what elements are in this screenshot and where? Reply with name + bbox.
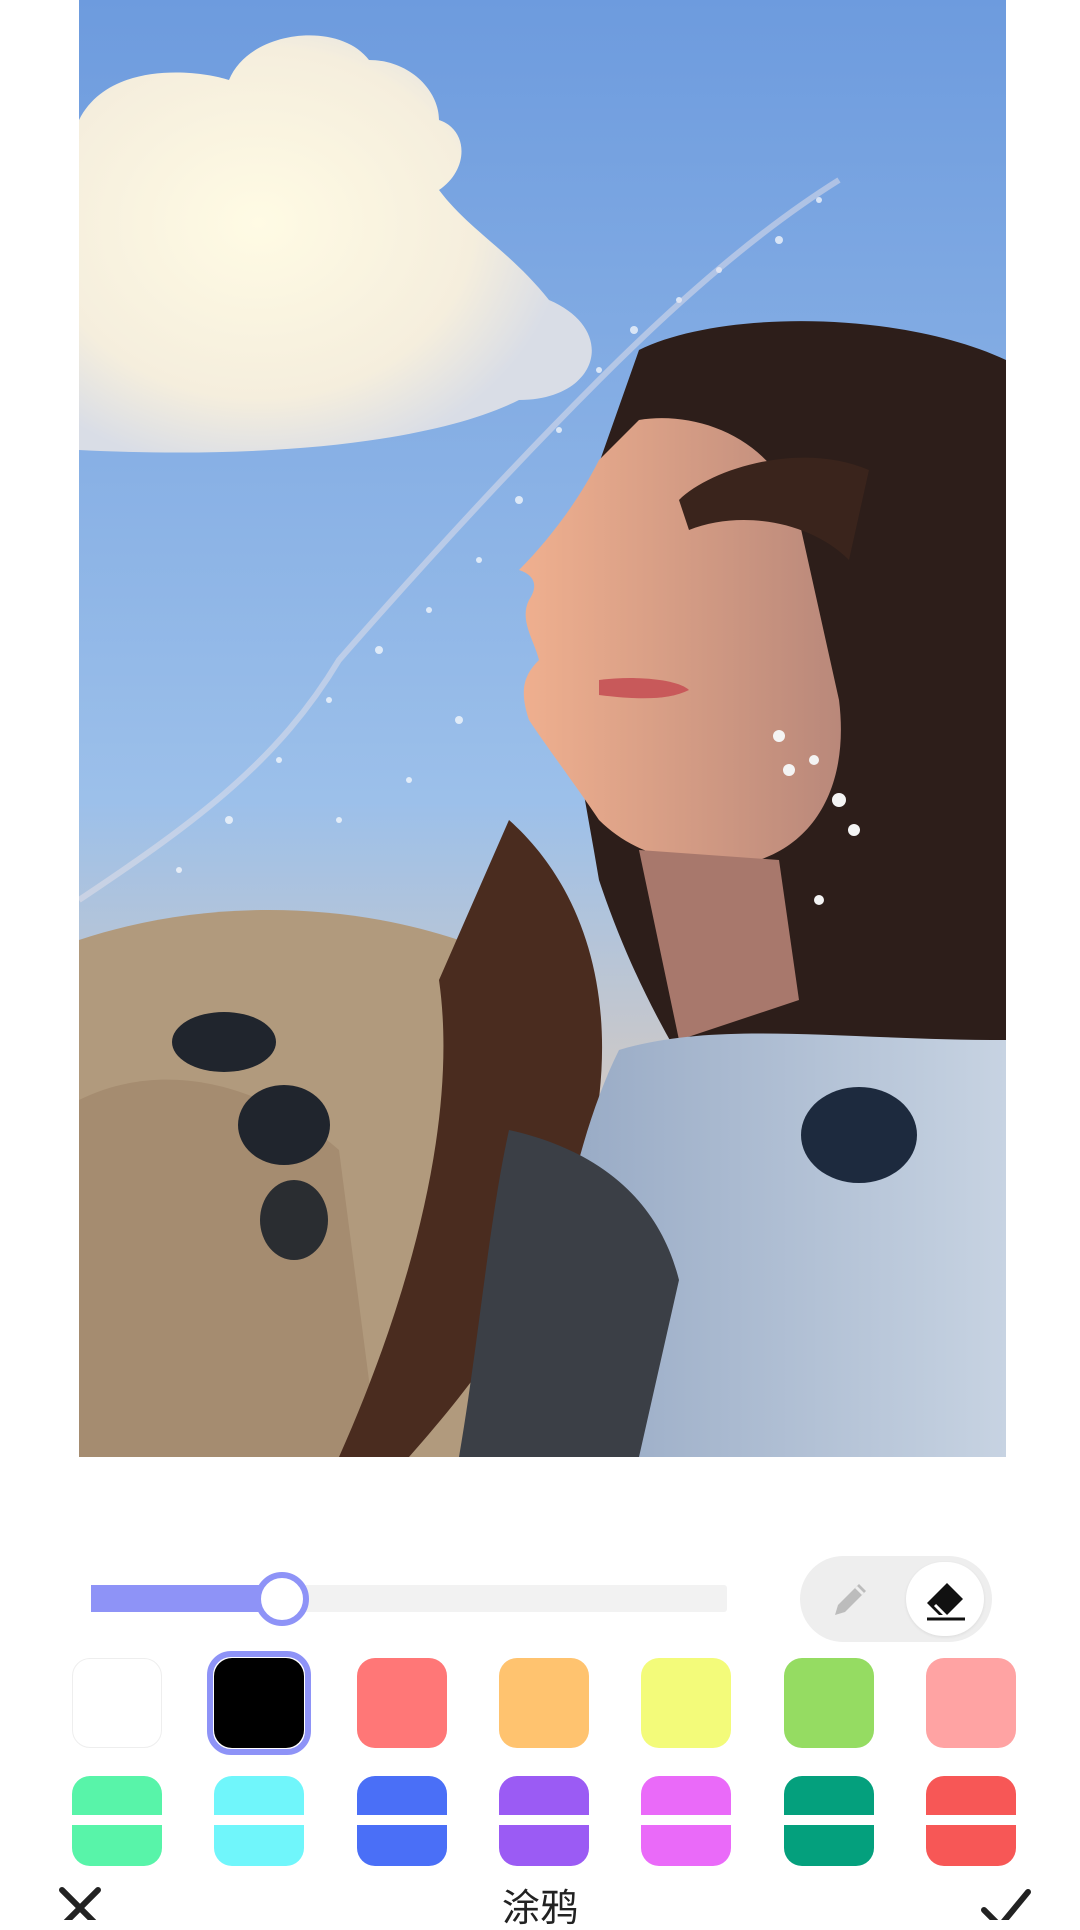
pen-icon [835, 1584, 866, 1615]
slider-fill [91, 1585, 282, 1612]
color-swatch-1-1[interactable] [72, 1658, 162, 1748]
color-swatch-1-6[interactable] [784, 1658, 874, 1748]
color-swatch-1-7[interactable] [926, 1658, 1016, 1748]
pen-tool-button[interactable] [812, 1562, 890, 1636]
color-swatch-1-5[interactable] [641, 1658, 731, 1748]
selected-color-ring [207, 1651, 311, 1755]
slider-thumb[interactable] [254, 1571, 309, 1626]
eraser-tool-button[interactable] [906, 1562, 984, 1636]
eraser-icon [927, 1583, 965, 1621]
page-title: 涂鸦 [501, 1886, 578, 1930]
color-swatch-1-3[interactable] [357, 1658, 447, 1748]
photo-canvas[interactable] [79, 0, 1006, 1457]
color-swatch-1-4[interactable] [499, 1658, 589, 1748]
photo-image [79, 0, 1006, 1457]
palette-bottom-edge [0, 1815, 1080, 1825]
tool-toggle [800, 1556, 992, 1642]
brush-size-slider[interactable] [91, 1571, 727, 1626]
